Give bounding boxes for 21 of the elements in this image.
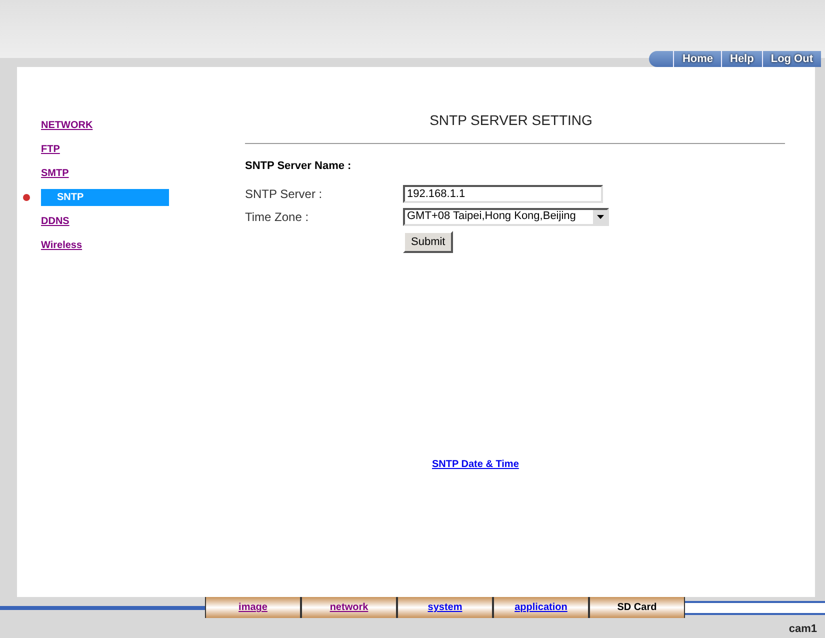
sidebar-item[interactable]: SMTP	[41, 166, 69, 181]
section-heading: SNTP Server Name :	[245, 159, 352, 174]
page-title: SNTP SERVER SETTING	[428, 111, 594, 130]
field-label: SNTP Server :	[245, 186, 324, 202]
submit-button[interactable]: Submit	[403, 230, 454, 253]
sidebar-item[interactable]: Wireless	[41, 238, 82, 253]
time-zone-dropdown[interactable]: GMT+08 Taipei,Hong Kong,Beijing	[403, 208, 609, 226]
date-time-link[interactable]: SNTP Date & Time	[432, 458, 519, 470]
nav-tab[interactable]: image	[205, 597, 301, 618]
device-name: cam1	[788, 622, 817, 637]
dropdown-arrow-icon	[596, 214, 604, 218]
sidebar-item[interactable]: NETWORK	[41, 118, 93, 133]
nav-tab[interactable]: network	[301, 597, 397, 618]
nav-tab[interactable]: application	[493, 597, 589, 618]
server-field[interactable]: 192.168.1.1	[403, 184, 603, 202]
bullet-icon	[23, 194, 30, 201]
nav-tab[interactable]: system	[397, 597, 493, 618]
sidebar-item[interactable]: DDNS	[41, 214, 70, 229]
field-label: Time Zone :	[245, 208, 310, 226]
nav-tab[interactable]: SD Card	[589, 597, 685, 618]
sidebar-item[interactable]: FTP	[41, 142, 60, 157]
